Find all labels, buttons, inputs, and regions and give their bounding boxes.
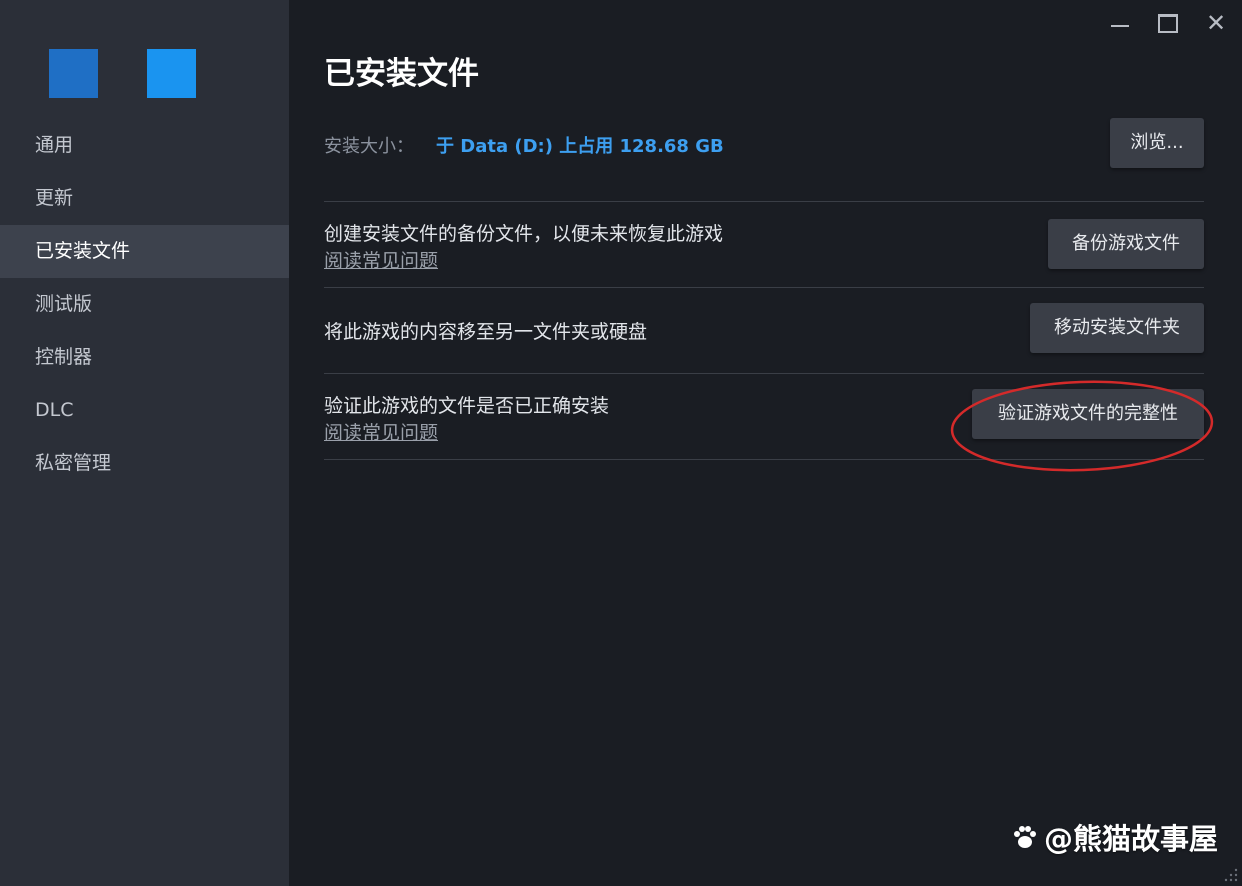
backup-faq-link[interactable]: 阅读常见问题	[324, 246, 438, 273]
verify-description: 验证此游戏的文件是否已正确安装	[324, 395, 610, 417]
main-panel: ✕ 已安装文件 安装大小： 于 Data (D:) 上占用 128.68 GB …	[289, 0, 1242, 886]
watermark-text: @熊猫故事屋	[1043, 822, 1218, 856]
paw-icon	[1013, 826, 1036, 848]
sidebar: 通用 更新 已安装文件 测试版 控制器 DLC 私密管理	[0, 0, 289, 886]
close-icon[interactable]: ✕	[1204, 10, 1228, 36]
sidebar-item-controller[interactable]: 控制器	[0, 331, 289, 384]
install-size-value: 于 Data (D:) 上占用 128.68 GB	[436, 136, 724, 157]
logo-square-right	[147, 49, 196, 98]
browse-button[interactable]: 浏览...	[1110, 118, 1204, 168]
install-size-row: 安装大小： 于 Data (D:) 上占用 128.68 GB 浏览...	[324, 118, 1204, 168]
sidebar-item-general[interactable]: 通用	[0, 119, 289, 172]
move-description: 将此游戏的内容移至另一文件夹或硬盘	[324, 321, 648, 343]
watermark: @熊猫故事屋	[1010, 816, 1218, 858]
minimize-icon[interactable]	[1108, 10, 1132, 36]
resize-grip-icon[interactable]	[1224, 868, 1238, 882]
divider	[324, 459, 1204, 460]
sidebar-nav: 通用 更新 已安装文件 测试版 控制器 DLC 私密管理	[0, 119, 289, 490]
game-logo	[49, 49, 209, 99]
verify-faq-link[interactable]: 阅读常见问题	[324, 418, 438, 445]
backup-section: 创建安装文件的备份文件，以便未来恢复此游戏 阅读常见问题 备份游戏文件	[324, 201, 1204, 287]
verify-section: 验证此游戏的文件是否已正确安装 阅读常见问题 验证游戏文件的完整性	[324, 373, 1204, 459]
sidebar-item-updates[interactable]: 更新	[0, 172, 289, 225]
sidebar-item-privacy[interactable]: 私密管理	[0, 437, 289, 490]
sidebar-item-installed-files[interactable]: 已安装文件	[0, 225, 289, 278]
logo-square-left	[49, 49, 98, 98]
move-section: 将此游戏的内容移至另一文件夹或硬盘 移动安装文件夹	[324, 287, 1204, 373]
backup-game-files-button[interactable]: 备份游戏文件	[1048, 219, 1204, 269]
move-install-folder-button[interactable]: 移动安装文件夹	[1030, 303, 1204, 353]
window-controls: ✕	[1108, 10, 1228, 36]
steam-properties-window: 通用 更新 已安装文件 测试版 控制器 DLC 私密管理 ✕ 已安装文件 安装大…	[0, 0, 1242, 886]
backup-description: 创建安装文件的备份文件，以便未来恢复此游戏	[324, 223, 724, 245]
verify-integrity-button[interactable]: 验证游戏文件的完整性	[972, 389, 1204, 439]
sidebar-item-betas[interactable]: 测试版	[0, 278, 289, 331]
page-title: 已安装文件	[324, 56, 479, 92]
sidebar-item-dlc[interactable]: DLC	[0, 384, 289, 437]
install-size-label: 安装大小：	[324, 136, 414, 157]
maximize-icon[interactable]	[1156, 10, 1180, 36]
